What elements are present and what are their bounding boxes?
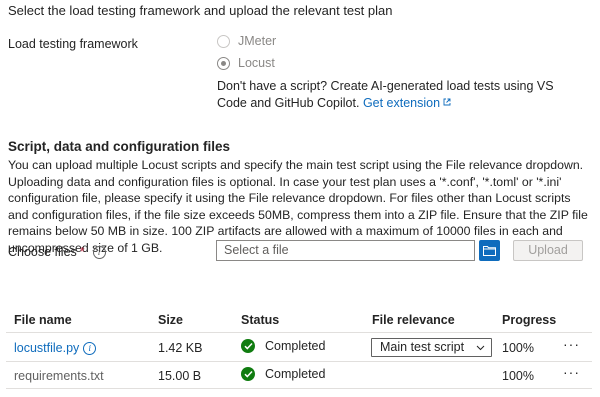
radio-locust[interactable]: Locust bbox=[217, 56, 275, 70]
progress-value: 100% bbox=[502, 369, 534, 383]
radio-jmeter[interactable]: JMeter bbox=[217, 34, 276, 48]
info-icon[interactable]: i bbox=[92, 245, 106, 259]
table-row: locustfile.py i bbox=[14, 341, 97, 355]
framework-label: Load testing framework bbox=[8, 37, 138, 51]
check-circle-icon bbox=[241, 339, 255, 353]
more-actions-icon[interactable]: ··· bbox=[563, 364, 580, 380]
col-header-progress: Progress bbox=[502, 313, 557, 327]
radio-locust-label: Locust bbox=[238, 56, 275, 70]
status-text: Completed bbox=[265, 367, 326, 381]
table-divider bbox=[6, 332, 592, 333]
browse-folder-button[interactable] bbox=[479, 240, 500, 261]
required-mark: * bbox=[79, 245, 85, 259]
progress-value: 100% bbox=[502, 341, 534, 355]
chevron-down-icon bbox=[476, 345, 485, 351]
col-header-file-name: File name bbox=[14, 313, 72, 327]
radio-circle-icon[interactable] bbox=[217, 34, 230, 48]
col-header-relevance: File relevance bbox=[372, 313, 455, 327]
file-name: requirements.txt bbox=[14, 369, 104, 383]
external-link-icon bbox=[443, 98, 451, 106]
table-divider bbox=[6, 361, 592, 362]
file-relevance-value: Main test script bbox=[380, 340, 465, 354]
radio-jmeter-label: JMeter bbox=[238, 34, 277, 48]
radio-selected-icon[interactable] bbox=[217, 56, 230, 70]
folder-icon bbox=[483, 246, 496, 256]
check-circle-icon bbox=[241, 367, 255, 381]
script-help: Don't have a script? Create AI-generated… bbox=[217, 78, 577, 112]
col-header-status: Status bbox=[241, 313, 280, 327]
status-text: Completed bbox=[265, 339, 326, 353]
file-name-link[interactable]: locustfile.py bbox=[14, 341, 79, 355]
upload-button[interactable]: Upload bbox=[513, 240, 583, 261]
choose-files-text: Choose files bbox=[8, 245, 77, 259]
file-size: 15.00 B bbox=[158, 369, 202, 383]
file-relevance-dropdown[interactable]: Main test script bbox=[371, 338, 492, 357]
choose-files-label: Choose files * i bbox=[8, 245, 106, 259]
more-actions-icon[interactable]: ··· bbox=[563, 336, 580, 352]
file-info-icon[interactable]: i bbox=[83, 341, 97, 355]
col-header-size: Size bbox=[158, 313, 184, 327]
file-select-input[interactable]: Select a file bbox=[216, 240, 475, 261]
file-size: 1.42 KB bbox=[158, 341, 203, 355]
intro-text: Select the load testing framework and up… bbox=[8, 3, 393, 18]
table-divider bbox=[6, 388, 592, 389]
status-cell: Completed bbox=[241, 367, 325, 381]
status-cell: Completed bbox=[241, 339, 325, 353]
section-title: Script, data and configuration files bbox=[8, 139, 231, 154]
get-extension-link[interactable]: Get extension bbox=[363, 96, 440, 110]
